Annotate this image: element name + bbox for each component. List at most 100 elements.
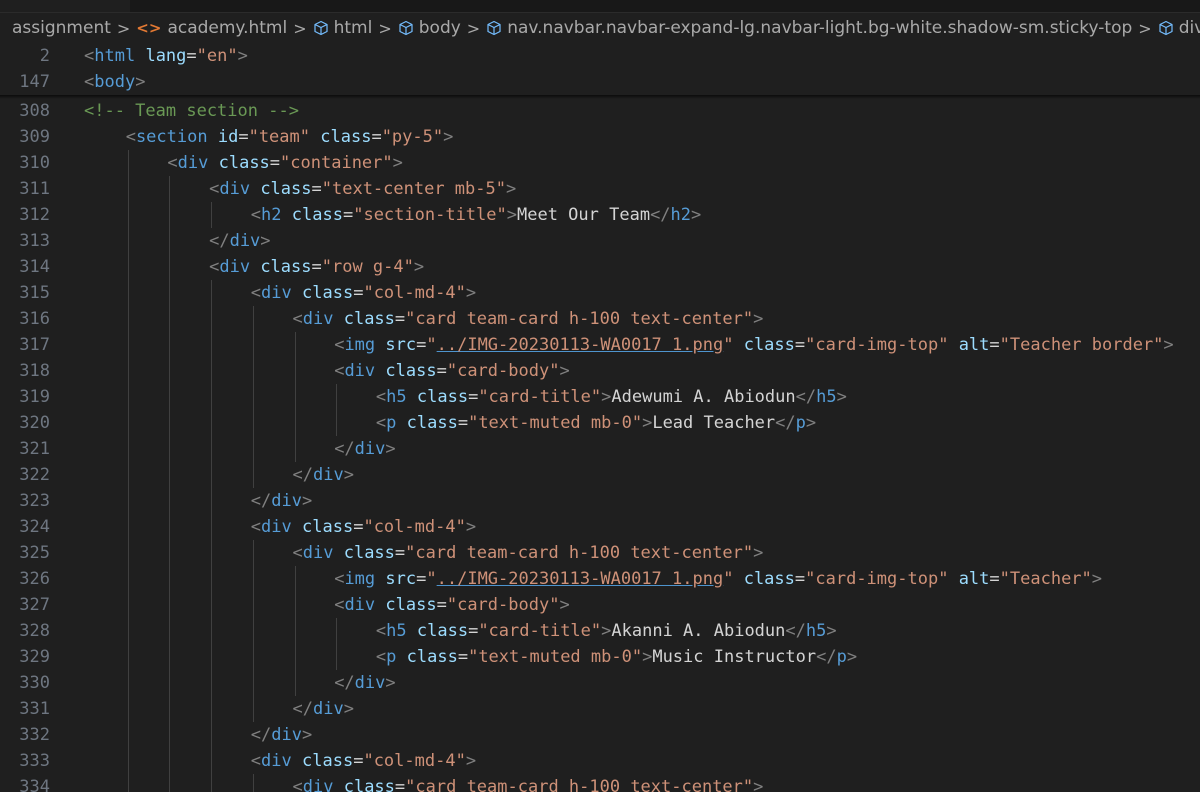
code-line[interactable]: 316 <div class="card team-card h-100 text… bbox=[0, 306, 1200, 332]
code-token: " bbox=[723, 335, 734, 355]
breadcrumb-node-label: div.container bbox=[1178, 18, 1200, 38]
code-token: = bbox=[989, 569, 1000, 589]
code-line[interactable]: 321 </div> bbox=[0, 436, 1200, 462]
code-line[interactable]: 319 <h5 class="card-title">Adewumi A. Abi… bbox=[0, 384, 1200, 410]
code-token: div bbox=[312, 699, 344, 719]
code-token: div bbox=[271, 491, 302, 511]
code-token: </ bbox=[334, 439, 355, 459]
breadcrumb-file[interactable]: <> academy.html bbox=[136, 18, 287, 38]
code-line[interactable]: 312 <h2 class="section-title">Meet Our Te… bbox=[0, 202, 1200, 228]
code-line[interactable]: 331 </div> bbox=[0, 696, 1200, 722]
breadcrumb-node-html[interactable]: html bbox=[313, 18, 372, 38]
code-line[interactable]: 330 </div> bbox=[0, 670, 1200, 696]
symbol-element-icon bbox=[486, 20, 502, 36]
vscode-editor: assignment > <> academy.html > html > bo… bbox=[0, 0, 1200, 792]
code-line[interactable]: 315 <div class="col-md-4"> bbox=[0, 280, 1200, 306]
code-token: section bbox=[135, 127, 208, 147]
code-line[interactable]: 322 </div> bbox=[0, 462, 1200, 488]
code-token: = bbox=[342, 205, 354, 225]
code-token: > bbox=[135, 72, 146, 92]
indent-guide bbox=[252, 774, 254, 792]
code-token: = bbox=[416, 335, 427, 355]
code-line[interactable]: 310 <div class="container"> bbox=[0, 150, 1200, 176]
breadcrumb-folder-label: assignment bbox=[12, 18, 111, 38]
code-token: = bbox=[186, 46, 197, 66]
code-line[interactable]: 314 <div class="row g-4"> bbox=[0, 254, 1200, 280]
line-number: 318 bbox=[19, 361, 50, 381]
code-token: lang bbox=[145, 46, 187, 66]
breadcrumb-node-body[interactable]: body bbox=[398, 18, 461, 38]
code-line[interactable]: 313 </div> bbox=[0, 228, 1200, 254]
breadcrumb-node-nav[interactable]: nav.navbar.navbar-expand-lg.navbar-light… bbox=[486, 18, 1132, 38]
code-line[interactable]: 324 <div class="col-md-4"> bbox=[0, 514, 1200, 540]
code-token: </ bbox=[795, 387, 817, 407]
code-token: > bbox=[826, 621, 837, 641]
line-source: <div class="row g-4"> bbox=[209, 254, 424, 280]
active-tab[interactable] bbox=[0, 0, 130, 12]
code-token: = bbox=[353, 517, 364, 537]
code-token: class bbox=[260, 179, 312, 199]
sticky-scroll-line[interactable]: 147 <body> bbox=[0, 69, 1200, 95]
code-token: > bbox=[343, 465, 354, 485]
breadcrumb-node-container[interactable]: div.container bbox=[1158, 18, 1200, 38]
code-line[interactable]: 327 <div class="card-body"> bbox=[0, 592, 1200, 618]
code-token: "card-body" bbox=[446, 595, 560, 615]
code-token: div bbox=[177, 153, 209, 173]
code-line[interactable]: 320 <p class="text-muted mb-0">Lead Teach… bbox=[0, 410, 1200, 436]
code-token: > bbox=[302, 725, 313, 745]
code-token: </ bbox=[292, 699, 313, 719]
sticky-scroll-line[interactable]: 2 <html lang="en"> bbox=[0, 43, 1200, 69]
code-token: class bbox=[302, 517, 354, 537]
code-token: < bbox=[292, 543, 303, 563]
line-source: <section id="team" class="py-5"> bbox=[126, 124, 454, 150]
code-line[interactable]: 318 <div class="card-body"> bbox=[0, 358, 1200, 384]
code-editor[interactable]: 2 <html lang="en"> 147 <body> 308 <!-- Team s… bbox=[0, 43, 1200, 792]
code-token: = bbox=[269, 153, 281, 173]
code-line[interactable]: 328 <h5 class="card-title">Akanni A. Abio… bbox=[0, 618, 1200, 644]
code-line[interactable]: 334 <div class="card team-card h-100 text… bbox=[0, 774, 1200, 792]
code-token: "col-md-4" bbox=[363, 283, 466, 303]
code-line[interactable]: 311 <div class="text-center mb-5"> bbox=[0, 176, 1200, 202]
code-token: "card-img-top" bbox=[805, 335, 949, 355]
code-line[interactable]: 329 <p class="text-muted mb-0">Music Inst… bbox=[0, 644, 1200, 670]
breadcrumb-folder[interactable]: assignment bbox=[12, 18, 111, 38]
code-token: > bbox=[465, 283, 477, 303]
line-number: 315 bbox=[19, 283, 50, 303]
line-number: 327 bbox=[19, 595, 50, 615]
code-line[interactable]: 308 <!-- Team section --> bbox=[0, 98, 1200, 124]
code-token: = bbox=[468, 621, 479, 641]
line-source: <div class="col-md-4"> bbox=[251, 280, 476, 306]
line-source: </div> bbox=[251, 488, 312, 514]
editor-tab-strip bbox=[0, 0, 1200, 13]
line-source: <p class="text-muted mb-0">Music Instruc… bbox=[376, 644, 857, 670]
code-token: > bbox=[260, 231, 271, 251]
line-number: 310 bbox=[19, 153, 50, 173]
code-token: html bbox=[94, 46, 136, 66]
line-number: 324 bbox=[19, 517, 50, 537]
code-token: </ bbox=[250, 725, 272, 745]
indent-guide bbox=[294, 332, 296, 462]
code-line[interactable]: 309 <section id="team" class="py-5"> bbox=[0, 124, 1200, 150]
line-source: </div> bbox=[334, 670, 395, 696]
code-token: = bbox=[311, 179, 322, 199]
code-token: div bbox=[229, 231, 261, 251]
code-token: div bbox=[354, 439, 386, 459]
code-token: > bbox=[302, 491, 313, 511]
code-line[interactable]: 317 <img src="../IMG-20230113-WA0017 1.pn… bbox=[0, 332, 1200, 358]
code-line[interactable]: 326 <img src="../IMG-20230113-WA0017 1.pn… bbox=[0, 566, 1200, 592]
code-line[interactable]: 332 </div> bbox=[0, 722, 1200, 748]
code-token: > bbox=[559, 361, 570, 381]
code-token: > bbox=[506, 205, 517, 225]
code-token: = bbox=[416, 569, 427, 589]
code-token: = bbox=[989, 335, 1000, 355]
code-token: < bbox=[250, 205, 262, 225]
code-line[interactable]: 333 <div class="col-md-4"> bbox=[0, 748, 1200, 774]
code-line[interactable]: 323 </div> bbox=[0, 488, 1200, 514]
code-token: img bbox=[344, 335, 376, 355]
code-line[interactable]: 325 <div class="card team-card h-100 text… bbox=[0, 540, 1200, 566]
line-source: </div> bbox=[293, 462, 354, 488]
